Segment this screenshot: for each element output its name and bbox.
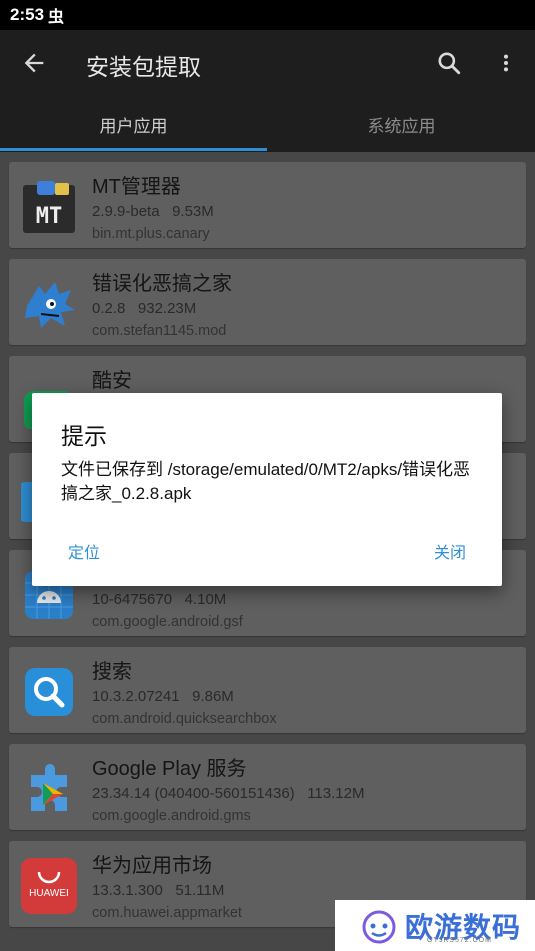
app-meta: 23.34.14 (040400-560151436) 113.12M (92, 785, 365, 802)
tab-indicator (0, 148, 267, 151)
close-button[interactable]: 关闭 (434, 539, 466, 563)
app-name: Google Play 服务 (92, 758, 247, 780)
dialog-message: 文件已保存到 /storage/emulated/0/MT2/apks/错误化恶… (61, 460, 471, 503)
app-package: com.huawei.appmarket (92, 905, 242, 921)
huawei-appgallery-icon: HUAWEI (21, 858, 77, 914)
list-item[interactable]: 搜索 10.3.2.07241 9.86M com.android.quicks… (9, 647, 526, 733)
save-dialog: 提示 文件已保存到 /storage/emulated/0/MT2/apks/错… (32, 393, 502, 586)
watermark-logo-icon (362, 910, 396, 943)
app-meta: 13.3.1.300 51.11M (92, 882, 225, 899)
app-name: 搜索 (92, 661, 132, 683)
locate-button[interactable]: 定位 (68, 539, 100, 563)
app-meta: 10.3.2.07241 9.86M (92, 688, 234, 705)
more-vert-icon[interactable] (495, 50, 517, 76)
status-time: 2:53 (10, 5, 45, 24)
app-meta: 0.2.8 932.23M (92, 300, 197, 317)
search-icon[interactable] (436, 50, 462, 76)
app-meta: 2.9.9-beta 9.53M (92, 203, 214, 220)
app-name: 错误化恶搞之家 (92, 273, 232, 295)
app-name: 华为应用市场 (92, 855, 212, 877)
svg-text:HUAWEI: HUAWEI (29, 888, 69, 899)
watermark-sub: OYJKS572.COM (427, 937, 492, 944)
tab-bar: 用户应用 系统应用 (0, 96, 535, 152)
dialog-title: 提示 (61, 423, 107, 449)
page-title: 安装包提取 (86, 54, 201, 80)
app-bar: 安装包提取 (0, 30, 535, 96)
status-bar: 2:53 虫 (0, 0, 535, 30)
svg-text:MT: MT (36, 204, 63, 229)
tab-system-apps[interactable]: 系统应用 (268, 96, 535, 152)
app-name: 酷安 (92, 370, 132, 392)
back-arrow-icon[interactable] (20, 48, 48, 78)
app-package: com.android.quicksearchbox (92, 711, 277, 727)
bug-icon: 虫 (48, 9, 65, 26)
list-item[interactable]: MT MT管理器 2.9.9-beta 9.53M bin.mt.plus.ca… (9, 162, 526, 248)
watermark: 欧游数码 OYJKS572.COM (335, 900, 535, 951)
app-package: com.google.android.gms (92, 808, 251, 824)
app-meta: 10-6475670 4.10M (92, 591, 227, 608)
fnf-blue-character-icon (25, 282, 75, 328)
search-app-icon (25, 668, 73, 716)
tab-user-apps[interactable]: 用户应用 (0, 96, 267, 152)
app-name: MT管理器 (92, 176, 181, 198)
app-package: com.stefan1145.mod (92, 323, 227, 339)
mt-manager-icon: MT (23, 181, 75, 233)
app-package: bin.mt.plus.canary (92, 226, 210, 242)
google-play-services-icon (31, 764, 67, 811)
app-package: com.google.android.gsf (92, 614, 243, 630)
list-item[interactable]: Google Play 服务 23.34.14 (040400-56015143… (9, 744, 526, 830)
list-item[interactable]: 错误化恶搞之家 0.2.8 932.23M com.stefan1145.mod (9, 259, 526, 345)
